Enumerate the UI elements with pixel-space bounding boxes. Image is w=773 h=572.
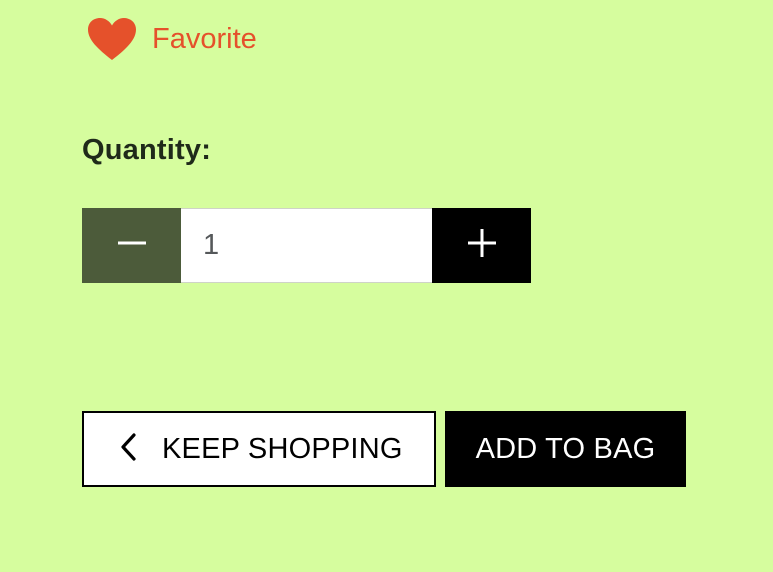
chevron-left-icon [120, 432, 136, 466]
quantity-stepper [82, 208, 531, 283]
keep-shopping-button[interactable]: KEEP SHOPPING [82, 411, 436, 487]
action-buttons: KEEP SHOPPING ADD TO BAG [82, 411, 686, 487]
quantity-input[interactable] [181, 208, 432, 283]
quantity-label: Quantity: [82, 134, 212, 166]
decrement-button[interactable] [82, 208, 181, 283]
keep-shopping-label: KEEP SHOPPING [162, 432, 403, 465]
increment-button[interactable] [432, 208, 531, 283]
favorite-label: Favorite [152, 22, 257, 55]
add-to-bag-button[interactable]: ADD TO BAG [445, 411, 686, 487]
heart-icon [86, 16, 138, 62]
minus-icon [117, 229, 146, 262]
product-actions-panel: Favorite Quantity: 1 KEEP SHOPPING ADD T… [0, 0, 773, 572]
plus-icon [467, 229, 496, 262]
favorite-button[interactable]: Favorite [86, 16, 257, 62]
add-to-bag-label: ADD TO BAG [475, 432, 656, 465]
